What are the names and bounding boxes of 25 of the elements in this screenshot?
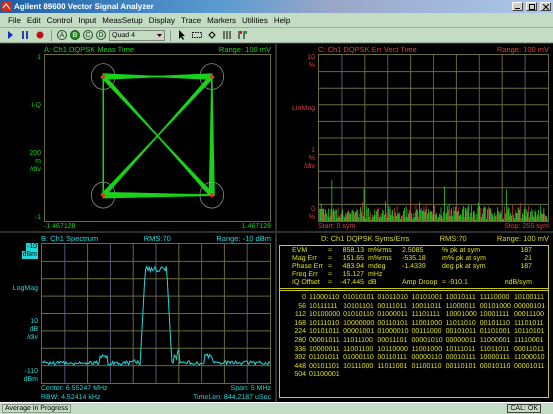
menu-item[interactable]: Edit: [26, 16, 41, 24]
minimize-button[interactable]: [512, 2, 523, 11]
menu-item[interactable]: Control: [46, 16, 72, 24]
menu-item[interactable]: MeasSetup: [102, 16, 143, 24]
bars-icon[interactable]: [221, 29, 233, 41]
close-icon: [542, 4, 548, 10]
marker-icon[interactable]: [236, 29, 248, 41]
record-icon[interactable]: [34, 29, 46, 41]
menu-item[interactable]: Help: [274, 16, 290, 24]
pause-icon[interactable]: [19, 29, 31, 41]
app-icon: [2, 2, 11, 11]
maximize-icon: [528, 4, 534, 10]
menu-item[interactable]: Trace: [180, 16, 202, 24]
pointer-icon[interactable]: [176, 29, 188, 41]
caret-icon: [157, 34, 162, 36]
window-title: Agilent 89600 Vector Signal Analyzer: [14, 2, 155, 11]
close-button[interactable]: [540, 2, 551, 11]
menu-item[interactable]: Input: [78, 16, 96, 24]
zoom-box-icon[interactable]: [191, 29, 203, 41]
diamond-icon[interactable]: [206, 29, 218, 41]
menu-item[interactable]: Markers: [207, 16, 236, 24]
menu-item[interactable]: Utilities: [242, 16, 268, 24]
menu-item[interactable]: Display: [148, 16, 175, 24]
menu-item[interactable]: File: [8, 16, 21, 24]
maximize-button[interactable]: [526, 2, 537, 11]
